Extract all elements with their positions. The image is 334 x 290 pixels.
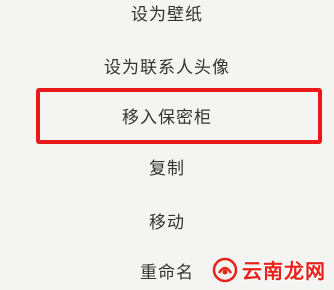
context-menu: 设为壁纸 设为联系人头像 移入保密柜 复制 移动 重命名 <box>0 0 334 290</box>
highlight-box <box>36 88 322 144</box>
menu-item-move[interactable]: 移动 <box>0 211 334 235</box>
menu-item-copy[interactable]: 复制 <box>0 157 334 181</box>
menu-item-rename[interactable]: 重命名 <box>0 261 334 285</box>
menu-item-set-contact-photo[interactable]: 设为联系人头像 <box>0 56 334 80</box>
menu-item-set-wallpaper[interactable]: 设为壁纸 <box>0 3 334 27</box>
